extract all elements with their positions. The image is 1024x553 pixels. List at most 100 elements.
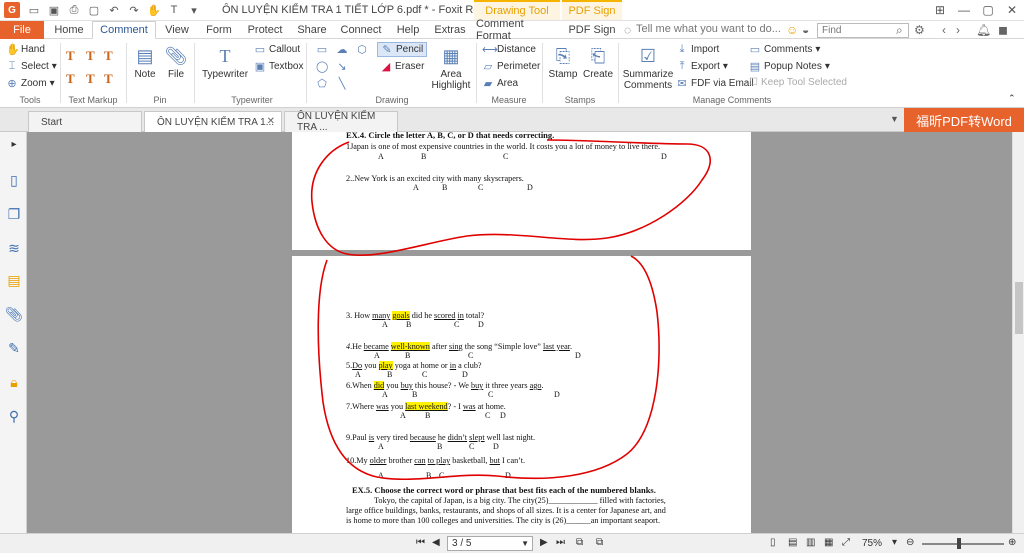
insert-text-icon[interactable]: T (104, 71, 113, 87)
minimize-button[interactable]: — (952, 0, 976, 20)
rectangle-icon[interactable]: ▭ (316, 43, 328, 56)
continuous-facing-icon[interactable]: ▦ (824, 537, 833, 548)
undo-icon[interactable]: ↶ (106, 2, 122, 18)
ribbon-options-icon[interactable]: ⊞ (928, 0, 952, 20)
tab-help[interactable]: Help (390, 21, 426, 39)
bookmark-icon[interactable]: ▯ (6, 172, 22, 188)
replace-text-icon[interactable]: T (86, 71, 95, 87)
save-icon[interactable]: ▣ (46, 2, 62, 18)
zoom-button[interactable]: ⊕ Zoom ▾ (6, 77, 54, 90)
user-icon[interactable]: ◼ (998, 23, 1008, 37)
textbox-button[interactable]: ▣ Textbox (254, 60, 304, 73)
zoom-level[interactable]: 75% (862, 538, 882, 549)
keep-tool-selected-checkbox[interactable]: ☐ Keep Tool Selected (749, 77, 847, 88)
print-icon[interactable]: ⎙ (66, 2, 82, 18)
last-page-icon[interactable]: ⏭ (556, 537, 565, 548)
tab-view[interactable]: View (158, 21, 196, 39)
squiggly-underline-icon[interactable]: T (86, 48, 95, 64)
select-button[interactable]: ⌶ Select ▾ (6, 60, 57, 73)
arrow-icon[interactable]: ↘ (336, 60, 348, 73)
area-button[interactable]: ▰ Area (482, 77, 518, 90)
line-icon[interactable]: ╲ (336, 77, 348, 90)
tab-protect[interactable]: Protect (242, 21, 288, 39)
promo-banner[interactable]: 福昕PDF转Word (904, 108, 1024, 132)
tab-connect[interactable]: Connect (338, 21, 384, 39)
bell-icon[interactable]: 🔔︎ (976, 23, 991, 37)
open-icon[interactable]: ▭ (26, 2, 42, 18)
hand-button[interactable]: ✋ Hand (6, 43, 45, 56)
previous-view-icon[interactable]: ⧉ (576, 537, 583, 548)
doc-tab-start[interactable]: Start (28, 111, 142, 132)
close-tab-icon[interactable]: ✕ (267, 116, 275, 127)
tab-pdf-sign[interactable]: PDF Sign (564, 21, 620, 39)
summarize-comments-button[interactable]: ☑ Summarize Comments (622, 45, 674, 92)
stamp-button[interactable]: ⎘ Stamp (548, 45, 578, 81)
signature-icon[interactable]: ✎ (6, 340, 22, 356)
pencil-annotations[interactable] (27, 132, 1012, 533)
previous-page-icon[interactable]: ◀ (432, 537, 440, 548)
import-button[interactable]: ⤓ Import (676, 43, 720, 56)
zoom-in-icon[interactable]: ⊕ (1008, 537, 1016, 548)
document-view[interactable]: EX.4. Circle the letter A, B, C, or D th… (27, 132, 1012, 533)
note-button[interactable]: ▤ Note (132, 45, 158, 81)
create-stamp-button[interactable]: ⎗ Create (582, 45, 614, 81)
pencil-button[interactable]: ✎ Pencil (377, 42, 428, 57)
tab-extras[interactable]: Extras (430, 21, 470, 39)
zoom-slider[interactable] (922, 543, 1004, 545)
zoom-out-icon[interactable]: ⊖ (906, 537, 914, 548)
perimeter-button[interactable]: ▱ Perimeter (482, 60, 541, 73)
tab-share[interactable]: Share (292, 21, 332, 39)
context-tab-pdf-sign[interactable]: PDF Sign (562, 0, 622, 20)
zoom-dropdown-icon[interactable]: ▾ (892, 537, 897, 548)
scrollbar-thumb[interactable] (1015, 282, 1023, 334)
tags-icon[interactable]: ⚲ (6, 408, 22, 424)
area-highlight-button[interactable]: ▦ Area Highlight (428, 45, 474, 92)
comments-panel-icon[interactable]: ▤ (6, 272, 22, 288)
attachments-icon[interactable]: 📎︎ (5, 306, 23, 322)
export-button[interactable]: ⤒ Export ▾ (676, 60, 728, 73)
callout-button[interactable]: ▭ Callout (254, 43, 300, 56)
file-attach-button[interactable]: 📎︎ File (163, 45, 189, 81)
fdf-via-email-button[interactable]: ✉ FDF via Email (676, 77, 753, 90)
customize-icon[interactable]: ▾ (186, 2, 202, 18)
settings-icon[interactable]: ⚙ (914, 23, 925, 37)
oval-icon[interactable]: ◯ (316, 60, 328, 73)
security-lock-icon[interactable]: 🔒︎ (6, 374, 22, 390)
new-icon[interactable]: ▢ (86, 2, 102, 18)
cloud-icon[interactable]: ☁︎ (336, 43, 348, 56)
pentagon-icon[interactable]: ⬠ (316, 77, 328, 90)
forward-icon[interactable]: › (956, 23, 960, 37)
hand-tool-icon[interactable]: ✋ (146, 2, 162, 18)
tab-comment[interactable]: Comment (92, 21, 156, 39)
page-number-input[interactable]: 3 / 5 ▼ (447, 536, 533, 551)
smiley-icon[interactable]: ☺ (786, 23, 798, 37)
tab-form[interactable]: Form (200, 21, 238, 39)
skin-icon[interactable]: ◒ (802, 23, 809, 37)
next-page-icon[interactable]: ▶ (540, 537, 548, 548)
typewriter-button[interactable]: T Typewriter (200, 45, 250, 81)
popup-notes-button[interactable]: ▤ Popup Notes ▾ (749, 60, 830, 73)
facing-page-icon[interactable]: ▥ (806, 537, 815, 548)
search-icon[interactable]: ⌕ (896, 23, 903, 38)
doc-tab-active[interactable]: ÔN LUYỆN KIỂM TRA 1... ✕ (144, 111, 282, 132)
underline-text-icon[interactable]: T (104, 48, 113, 64)
comments-button[interactable]: ▭ Comments ▾ (749, 43, 821, 56)
pages-icon[interactable]: ❐ (6, 206, 22, 222)
eraser-button[interactable]: ◢ Eraser (380, 60, 425, 73)
expand-panel-icon[interactable]: ▸ (6, 136, 22, 152)
distance-button[interactable]: ⟷ Distance (482, 43, 536, 56)
tab-home[interactable]: Home (48, 21, 90, 39)
layers-icon[interactable]: ≋ (6, 240, 22, 256)
doc-tab-second[interactable]: ÔN LUYỆN KIỂM TRA ... (284, 111, 398, 133)
context-tab-drawing-tool[interactable]: Drawing Tool (474, 0, 560, 20)
fit-page-icon[interactable]: ⤢ (842, 537, 850, 548)
tab-comment-format[interactable]: Comment Format (476, 18, 560, 42)
first-page-icon[interactable]: ⏮ (416, 537, 425, 548)
strikeout-icon[interactable]: T (66, 71, 75, 87)
close-button[interactable]: ✕ (1000, 0, 1024, 20)
redo-icon[interactable]: ↷ (126, 2, 142, 18)
vertical-scrollbar[interactable] (1012, 132, 1024, 533)
maximize-button[interactable]: ▢ (976, 0, 1000, 20)
next-view-icon[interactable]: ⧉ (596, 537, 603, 548)
highlight-text-icon[interactable]: T (66, 48, 75, 64)
